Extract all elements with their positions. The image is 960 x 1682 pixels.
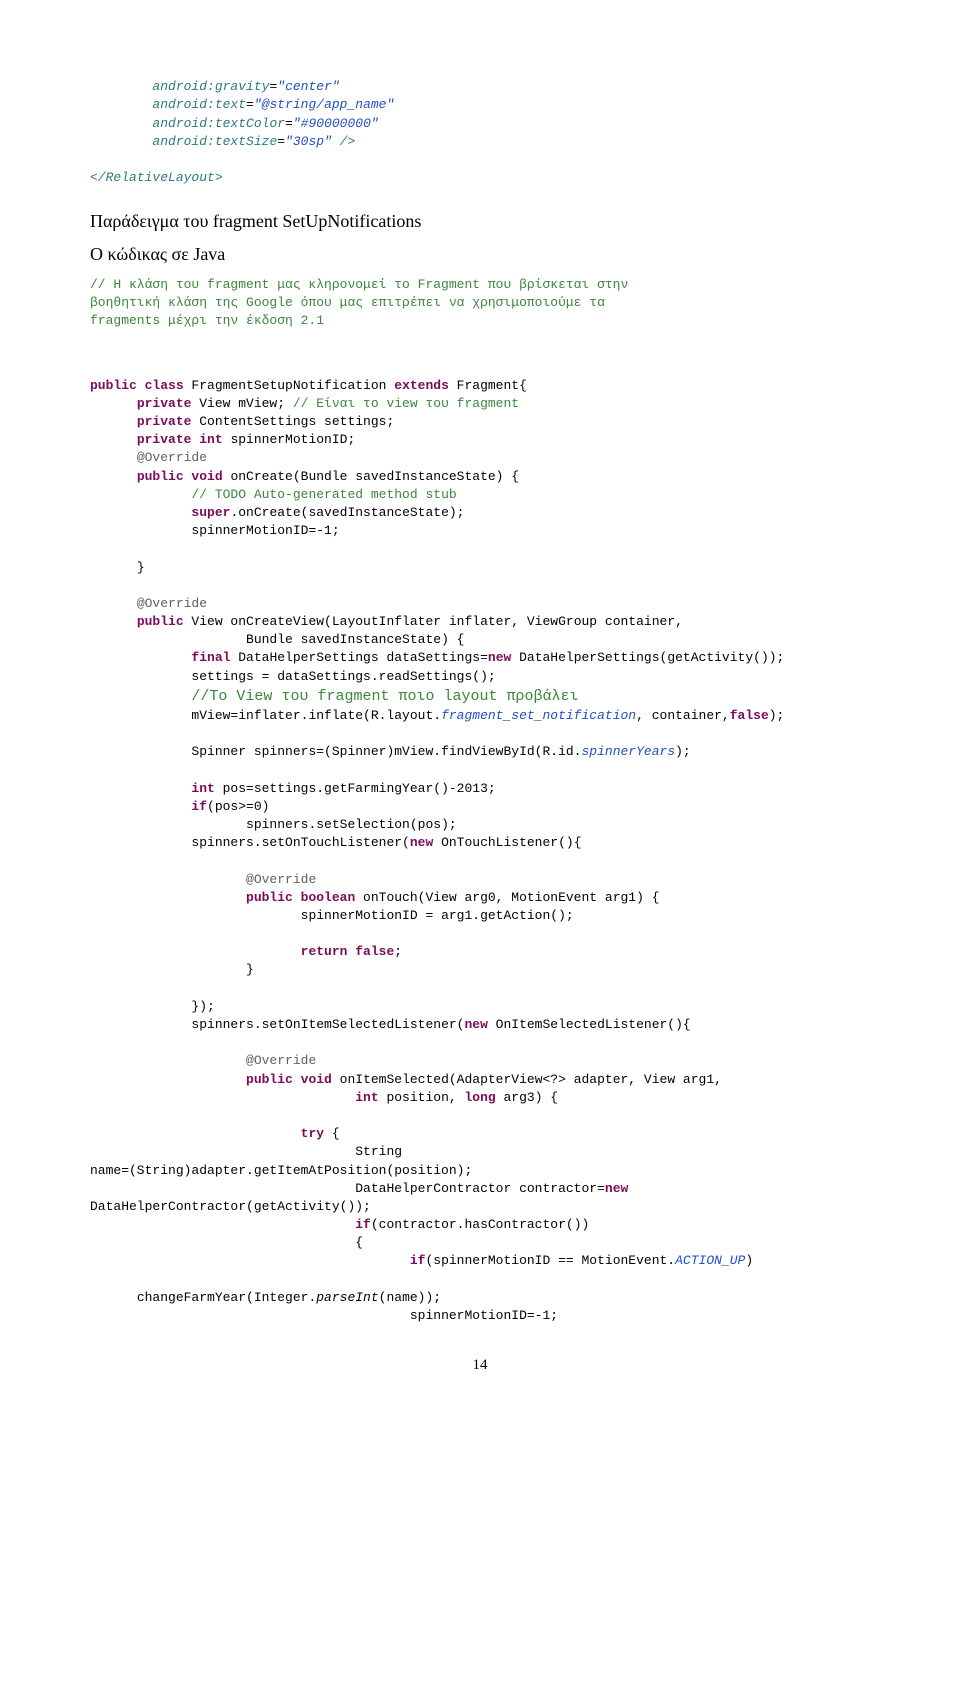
xml-attr: android:text	[152, 97, 246, 112]
annotation: @Override	[137, 596, 207, 611]
section-subheading: Ο κώδικας σε Java	[90, 242, 870, 266]
layout-comment: //Το View του fragment ποιο layout προβά…	[191, 688, 578, 705]
section-heading: Παράδειγμα του fragment SetUpNotificatio…	[90, 209, 870, 233]
xml-val: "30sp"	[285, 134, 332, 149]
top-comment: // Η κλάση του fragment μας κληρονομεί τ…	[90, 276, 870, 331]
xml-close-tag: RelativeLayout	[106, 170, 215, 185]
xml-val: "#90000000"	[293, 116, 379, 131]
xml-attr: android:textSize	[152, 134, 277, 149]
annotation: @Override	[137, 450, 207, 465]
todo-comment: // TODO Auto-generated method stub	[191, 487, 456, 502]
page-number: 14	[90, 1355, 870, 1375]
xml-val: "center"	[277, 79, 339, 94]
xml-attr: android:gravity	[152, 79, 269, 94]
inline-comment: // Είναι το view του fragment	[293, 396, 519, 411]
xml-val: "@string/app_name"	[254, 97, 394, 112]
xml-attr: android:textColor	[152, 116, 285, 131]
java-code-block: public class FragmentSetupNotification e…	[90, 358, 870, 1325]
xml-code-block: android:gravity="center" android:text="@…	[90, 60, 870, 187]
annotation: @Override	[246, 1053, 316, 1068]
annotation: @Override	[246, 872, 316, 887]
